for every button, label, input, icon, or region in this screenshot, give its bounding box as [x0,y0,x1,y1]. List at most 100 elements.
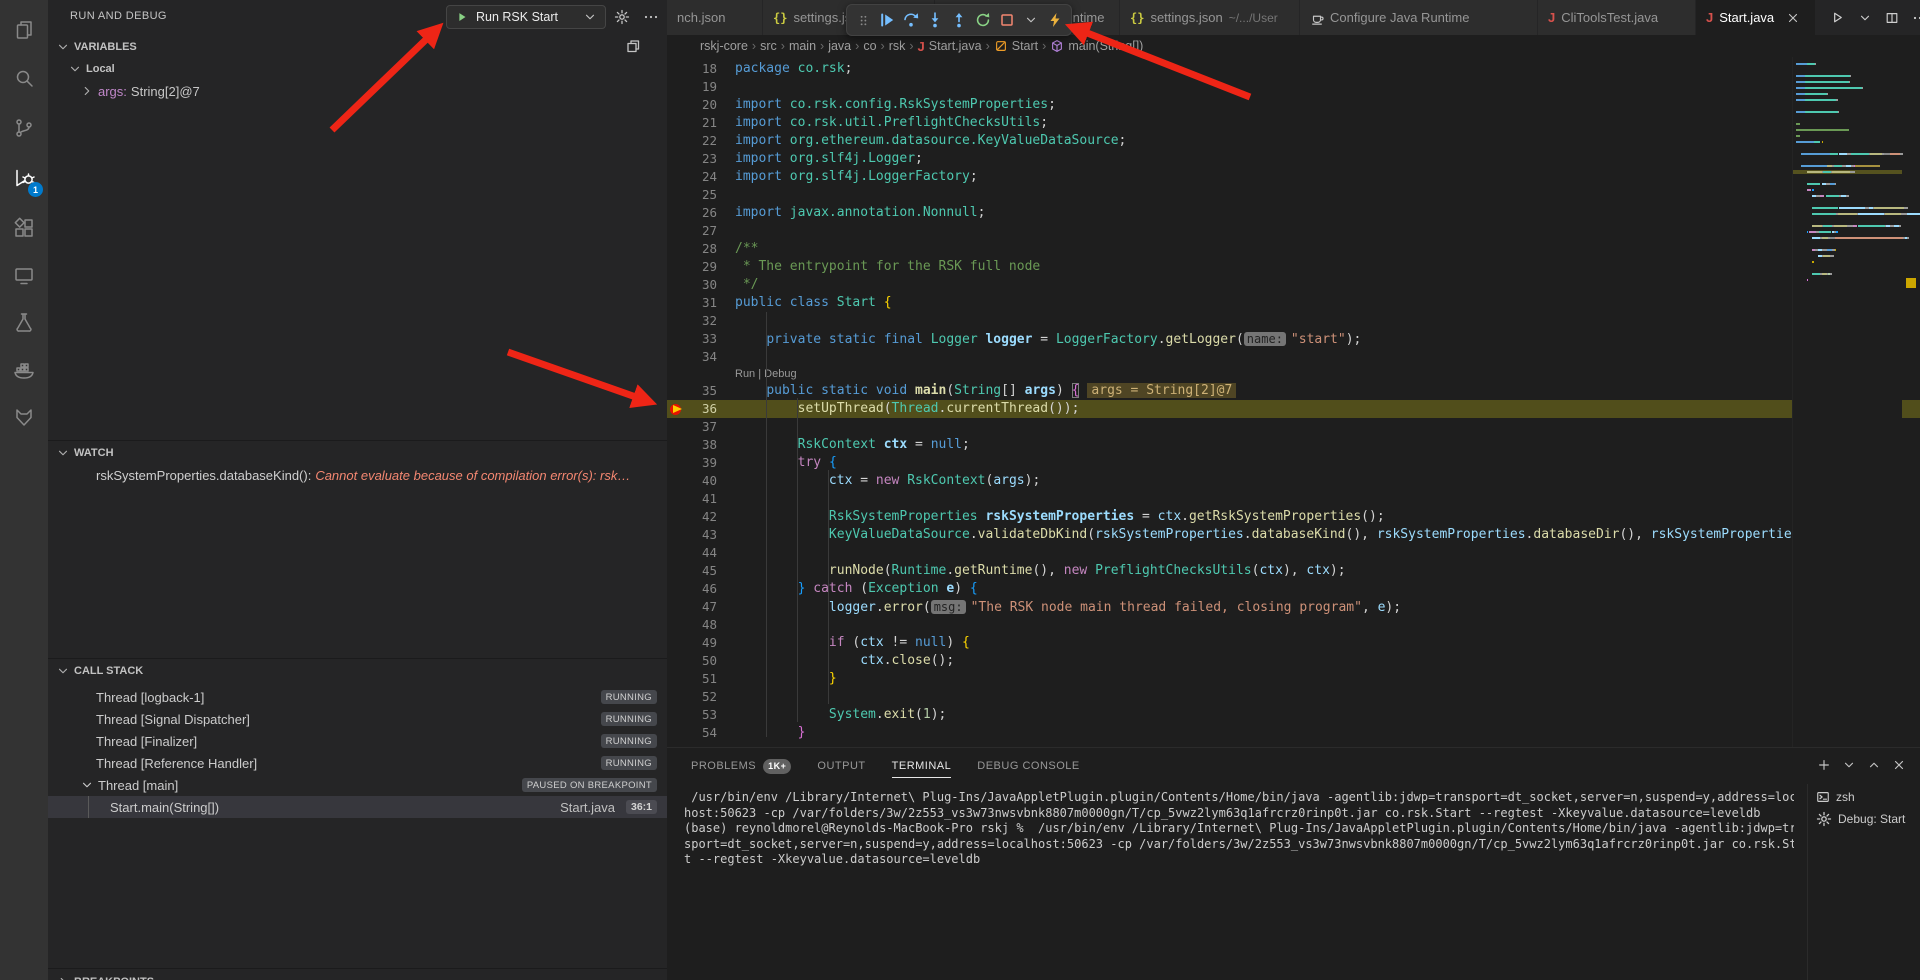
thread-status-badge: RUNNING [601,734,657,748]
line-number: 46 [687,580,717,598]
hot-code-replace-button[interactable] [1043,7,1067,33]
line-number: 38 [687,436,717,454]
docker-activity-button[interactable] [0,348,48,392]
bottom-panel: PROBLEMS1K+ OUTPUT TERMINAL DEBUG CONSOLE /… [667,747,1920,980]
terminal-output[interactable]: /usr/bin/env /Library/Internet\ Plug-Ins… [684,790,1794,980]
method-icon [1050,39,1064,53]
debug-count-badge: 1 [28,182,43,197]
plus-icon[interactable] [1817,758,1831,772]
chevron-right-icon[interactable] [80,84,94,98]
editors-icon[interactable] [625,38,641,54]
stop-button[interactable] [995,7,1019,33]
step-over-button[interactable] [899,7,923,33]
variables-scope-local[interactable]: Local [68,58,115,80]
search-activity-button[interactable] [0,56,48,100]
panel-tab-debug-console[interactable]: DEBUG CONSOLE [977,749,1079,784]
chevron-down-icon[interactable] [583,10,597,24]
panel-tab-problems[interactable]: PROBLEMS1K+ [691,749,791,784]
breadcrumb-item-main-string-[interactable]: main(String[]) [1050,39,1143,53]
run-play-icon[interactable] [1830,10,1845,25]
thread-row[interactable]: Thread [logback-1]RUNNING [48,686,667,708]
chevron-down-icon[interactable] [1858,11,1872,25]
terminal-line: /usr/bin/env /Library/Internet\ Plug-Ins… [684,790,1794,806]
more-actions-icon[interactable] [1912,10,1920,26]
variable-value: String[2]@7 [131,84,200,99]
code-line-42: 42 RskSystemProperties rskSystemProperti… [667,508,1920,526]
files-icon [12,18,36,42]
code-line-40: 40 ctx = new RskContext(args); [667,472,1920,490]
code-line-28: 28/** [667,240,1920,258]
breadcrumb-item-start[interactable]: Start [994,39,1038,53]
variable-args-row[interactable]: args: String[2]@7 [80,80,200,102]
files-activity-button[interactable] [0,8,48,52]
tab-start-java[interactable]: JStart.java [1696,0,1816,35]
extensions-activity-button[interactable] [0,206,48,250]
breadcrumb-item-co[interactable]: co [863,39,876,53]
start-debug-icon[interactable] [455,10,469,24]
run-debug-activity-button[interactable]: 1 [0,156,48,200]
chevron-down-button[interactable] [1019,7,1043,33]
drag-grip-button[interactable] [851,7,875,33]
thread-row[interactable]: Thread [Finalizer]RUNNING [48,730,667,752]
breadcrumb-item-rskj-core[interactable]: rskj-core [700,39,748,53]
tab-configure-java-runtime[interactable]: Configure Java Runtime [1300,0,1538,35]
minimap[interactable] [1792,57,1902,747]
line-number: 19 [687,78,717,96]
thread-status-badge: RUNNING [601,712,657,726]
watch-item[interactable]: rskSystemProperties.databaseKind(): Cann… [96,464,630,486]
java-runtime-icon [1310,11,1324,25]
tab-clitoolstest-java[interactable]: JCliToolsTest.java [1538,0,1696,35]
codelens-run-debug[interactable]: Run | Debug [667,366,1920,382]
tab-nch-json[interactable]: nch.json [667,0,763,35]
more-actions-icon[interactable] [643,9,659,25]
line-number: 52 [687,688,717,706]
breakpoint-current-line-icon[interactable] [670,403,684,415]
gear-icon[interactable] [614,9,630,25]
breadcrumb-item-src[interactable]: src [760,39,777,53]
extensions-icon [12,216,36,240]
line-number: 28 [687,240,717,258]
step-out-button[interactable] [947,7,971,33]
source-control-activity-button[interactable] [0,106,48,150]
overview-ruler[interactable] [1902,57,1920,747]
stack-frame-row[interactable]: Start.main(String[]) Start.java 36:1 [48,796,667,818]
breadcrumb-item-main[interactable]: main [789,39,816,53]
breadcrumb-separator: › [781,39,785,53]
breakpoints-section-header[interactable]: BREAKPOINTS [56,971,154,980]
chevron-down-icon[interactable] [1842,758,1856,772]
restart-button[interactable] [971,7,995,33]
tree-indent-guide [88,796,89,818]
run-config-dropdown[interactable]: Run RSK Start [446,5,606,29]
terminal-session-zsh[interactable]: zsh [1808,786,1920,808]
variables-section-header[interactable]: VARIABLES [56,36,137,58]
step-into-button[interactable] [923,7,947,33]
fox-extension-activity-button[interactable] [0,396,48,440]
thread-row[interactable]: Thread [Signal Dispatcher]RUNNING [48,708,667,730]
tab-settings-json[interactable]: {}settings.json~/.../User [1120,0,1300,35]
continue-button[interactable] [875,7,899,33]
thread-row[interactable]: Thread [main]PAUSED ON BREAKPOINT [48,774,667,796]
breadcrumb-item-start-java[interactable]: JStart.java [918,39,982,54]
java-icon: J [918,39,925,54]
close-icon[interactable] [1786,11,1800,25]
split-editor-icon[interactable] [1885,11,1899,25]
call-stack-section-header[interactable]: CALL STACK [56,660,143,682]
breadcrumb-item-java[interactable]: java [828,39,851,53]
editor-actions [1816,0,1920,35]
breadcrumb-item-rsk[interactable]: rsk [889,39,906,53]
panel-tab-output[interactable]: OUTPUT [817,749,865,784]
terminal-session-debug-start[interactable]: Debug: Start [1808,808,1920,830]
code-line-23: 23import org.slf4j.Logger; [667,150,1920,168]
code-editor[interactable]: 18package co.rsk;1920import co.rsk.confi… [667,57,1920,747]
close-icon[interactable] [1892,758,1906,772]
search-icon [12,66,36,90]
chevron-up-icon[interactable] [1867,758,1881,772]
panel-tab-terminal[interactable]: TERMINAL [892,749,952,784]
watch-section-header[interactable]: WATCH [56,442,114,464]
thread-row[interactable]: Thread [Reference Handler]RUNNING [48,752,667,774]
remote-explorer-activity-button[interactable] [0,254,48,298]
line-number: 22 [687,132,717,150]
code-line-29: 29 * The entrypoint for the RSK full nod… [667,258,1920,276]
line-number: 31 [687,294,717,312]
test-beaker-activity-button[interactable] [0,300,48,344]
